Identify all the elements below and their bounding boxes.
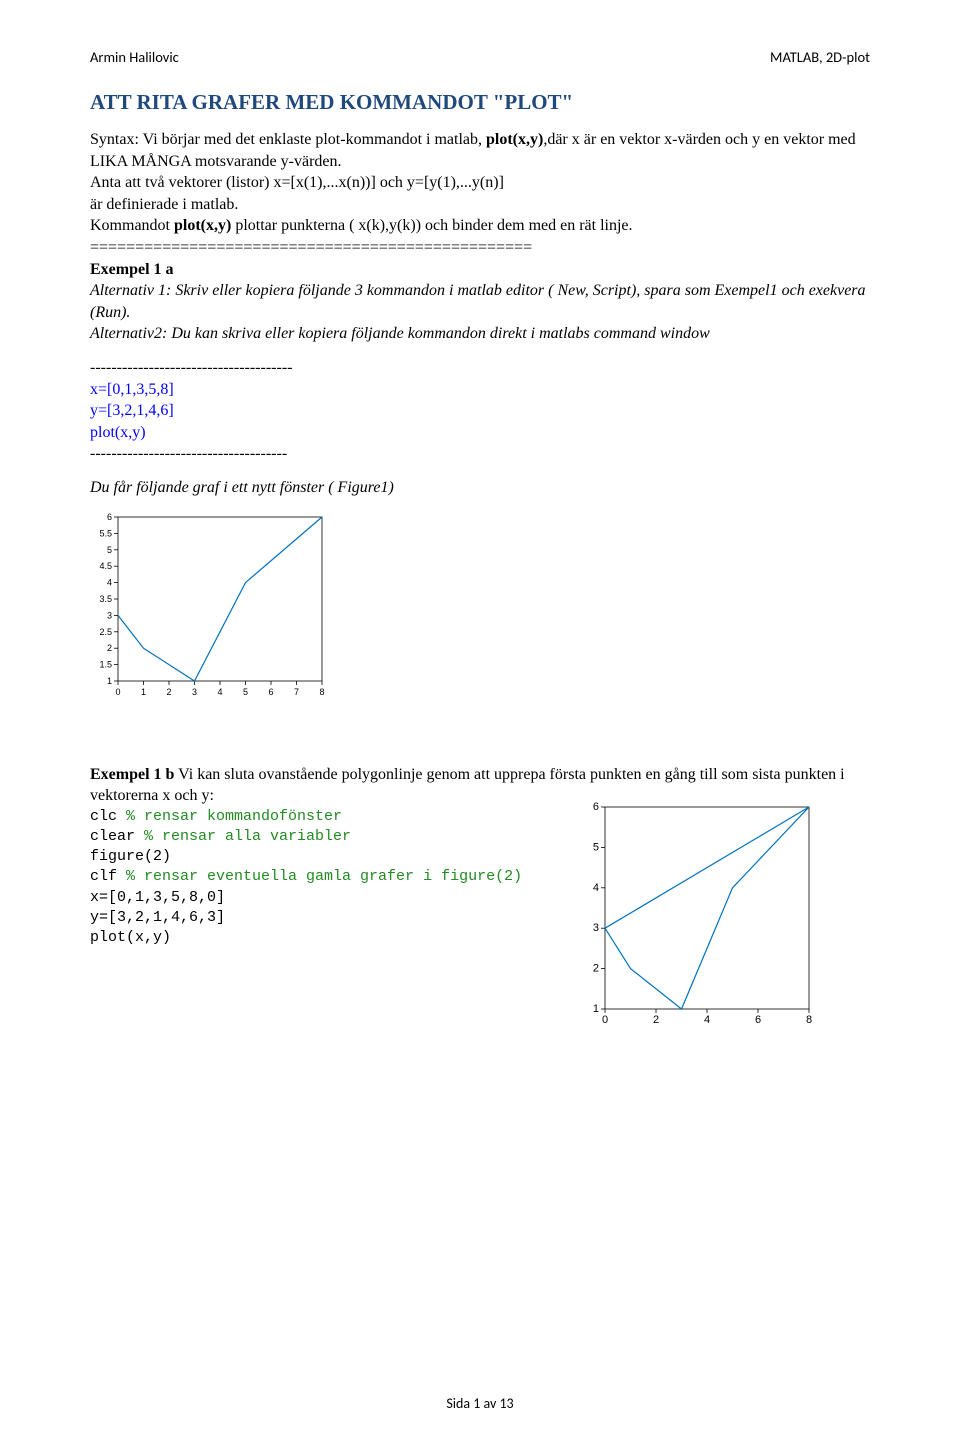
- para4-b: plot(x,y): [174, 217, 231, 234]
- svg-text:5.5: 5.5: [99, 528, 112, 538]
- svg-text:4.5: 4.5: [99, 561, 112, 571]
- code2-l2a: clear: [90, 828, 144, 845]
- svg-text:3.5: 3.5: [99, 594, 112, 604]
- svg-text:7: 7: [294, 687, 299, 697]
- intro-paragraphs: Syntax: Vi börjar med det enklaste plot-…: [90, 129, 870, 345]
- svg-text:1: 1: [107, 676, 112, 686]
- svg-text:6: 6: [268, 687, 273, 697]
- example-1b-row: clc % rensar kommandofönster clear % ren…: [90, 807, 870, 1032]
- divider-eq: ========================================…: [90, 237, 870, 259]
- example-1a-heading: Exempel 1 a: [90, 259, 870, 281]
- svg-text:1: 1: [141, 687, 146, 697]
- svg-text:5: 5: [243, 687, 248, 697]
- svg-text:3: 3: [593, 922, 599, 934]
- code2-l4a: clf: [90, 868, 126, 885]
- code2-l7: plot(x,y): [90, 928, 522, 948]
- para3: är definierade i matlab.: [90, 194, 870, 216]
- code2-l3: figure(2): [90, 847, 522, 867]
- page-title: ATT RITA GRAFER MED KOMMANDOT "PLOT": [90, 90, 870, 115]
- dash-top: --------------------------------------: [90, 357, 870, 379]
- svg-text:2: 2: [166, 687, 171, 697]
- para1-b: plot(x,y): [486, 131, 543, 148]
- svg-text:6: 6: [107, 512, 112, 522]
- svg-text:2: 2: [107, 643, 112, 653]
- svg-text:5: 5: [107, 544, 112, 554]
- code-block-1-wrapper: -------------------------------------- x…: [90, 357, 870, 465]
- svg-text:3: 3: [192, 687, 197, 697]
- svg-text:8: 8: [319, 687, 324, 697]
- page-footer: Sida 1 av 13: [0, 1395, 960, 1412]
- code2-l2b: % rensar alla variabler: [144, 828, 351, 845]
- chart-1: 01234567811.522.533.544.555.56: [90, 509, 870, 704]
- dash-bottom: -------------------------------------: [90, 443, 870, 465]
- para2: Anta att två vektorer (listor) x=[x(1),.…: [90, 172, 870, 194]
- svg-text:1: 1: [593, 1003, 599, 1015]
- code1-line2: y=[3,2,1,4,6]: [90, 400, 870, 422]
- result-caption: Du får följande graf i ett nytt fönster …: [90, 477, 870, 499]
- para1-a: Syntax: Vi börjar med det enklaste plot-…: [90, 131, 486, 148]
- example-1a-alt2: Alternativ2: Du kan skriva eller kopiera…: [90, 323, 870, 345]
- svg-text:4: 4: [107, 577, 112, 587]
- page-header: Armin Halilovic MATLAB, 2D-plot: [90, 48, 870, 66]
- header-right: MATLAB, 2D-plot: [770, 48, 870, 66]
- example-1a-alt1: Alternativ 1: Skriv eller kopiera följan…: [90, 280, 870, 323]
- code2-l6: y=[3,2,1,4,6,3]: [90, 908, 522, 928]
- para4-a: Kommandot: [90, 217, 174, 234]
- svg-text:8: 8: [806, 1014, 812, 1026]
- ex1b-heading: Exempel 1 b: [90, 766, 174, 783]
- svg-text:4: 4: [704, 1014, 710, 1026]
- code2-l5: x=[0,1,3,5,8,0]: [90, 888, 522, 908]
- code2-l1b: % rensar kommandofönster: [126, 808, 342, 825]
- chart-2: 0 2 4 6 8 1 2 3 4 5 6: [577, 797, 817, 1032]
- code-block-2: clc % rensar kommandofönster clear % ren…: [90, 807, 522, 949]
- svg-text:5: 5: [593, 841, 599, 853]
- para4-c: plottar punkterna ( x(k),y(k)) och binde…: [231, 217, 632, 234]
- svg-text:6: 6: [593, 801, 599, 813]
- svg-text:0: 0: [115, 687, 120, 697]
- svg-text:2.5: 2.5: [99, 626, 112, 636]
- svg-text:3: 3: [107, 610, 112, 620]
- svg-text:2: 2: [653, 1014, 659, 1026]
- header-left: Armin Halilovic: [90, 48, 179, 66]
- page: Armin Halilovic MATLAB, 2D-plot ATT RITA…: [0, 0, 960, 1442]
- code-block-1: x=[0,1,3,5,8] y=[3,2,1,4,6] plot(x,y): [90, 379, 870, 444]
- svg-text:0: 0: [602, 1014, 608, 1026]
- svg-text:2: 2: [593, 962, 599, 974]
- code1-line3: plot(x,y): [90, 422, 870, 444]
- code1-line1: x=[0,1,3,5,8]: [90, 379, 870, 401]
- svg-text:4: 4: [593, 881, 599, 893]
- code2-l4b: % rensar eventuella gamla grafer i figur…: [126, 868, 522, 885]
- svg-text:4: 4: [217, 687, 222, 697]
- code2-l1a: clc: [90, 808, 126, 825]
- svg-text:6: 6: [755, 1014, 761, 1026]
- svg-text:1.5: 1.5: [99, 659, 112, 669]
